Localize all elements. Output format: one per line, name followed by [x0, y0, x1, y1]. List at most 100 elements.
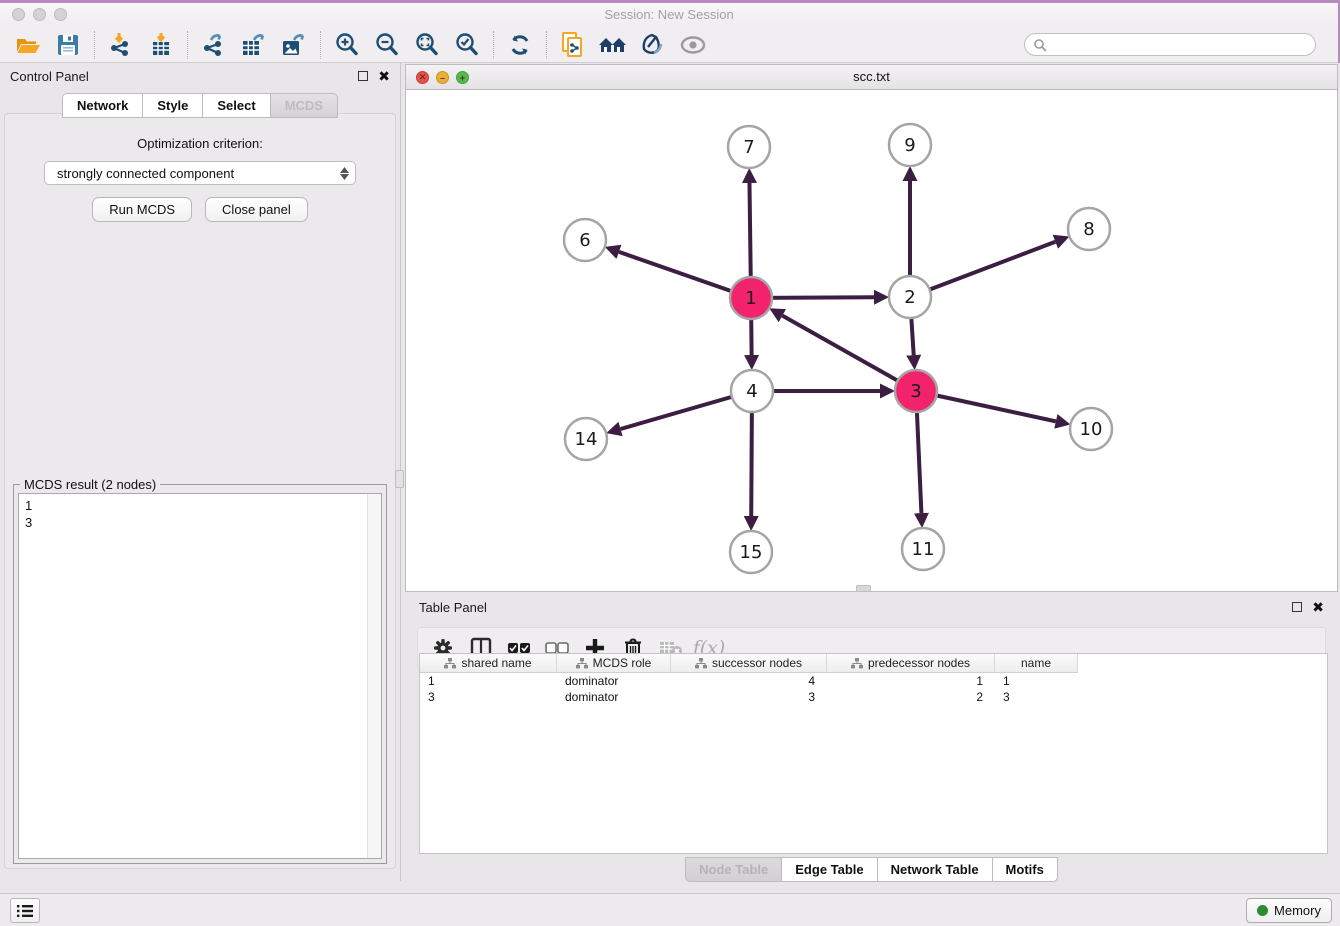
zoom-in-button[interactable] — [327, 29, 367, 61]
node-10[interactable]: 10 — [1070, 408, 1112, 450]
tab-network[interactable]: Network — [62, 93, 142, 118]
result-scrollbar[interactable] — [367, 494, 381, 858]
tab-network-table[interactable]: Network Table — [877, 857, 992, 882]
table-cell[interactable]: 2 — [827, 689, 995, 705]
search-input[interactable] — [1047, 38, 1307, 52]
toolbar-separator — [320, 31, 321, 59]
control-panel-tabs: NetworkStyleSelectMCDS — [0, 93, 400, 118]
node-2[interactable]: 2 — [889, 276, 931, 318]
apply-style-button[interactable] — [633, 29, 673, 61]
status-bar: Memory — [0, 893, 1340, 926]
home-layout-button[interactable] — [593, 29, 633, 61]
node-3[interactable]: 3 — [895, 370, 937, 412]
import-table-button[interactable] — [141, 29, 181, 61]
zoom-fit-button[interactable] — [407, 29, 447, 61]
column-header-successor-nodes[interactable]: successor nodes — [671, 654, 827, 673]
table-cell[interactable]: 1 — [827, 673, 995, 689]
float-panel-icon[interactable] — [358, 71, 368, 81]
network-window-titlebar[interactable]: ✕ – + scc.txt — [406, 65, 1337, 90]
table-cell[interactable]: 1 — [420, 673, 557, 689]
zoom-out-button[interactable] — [367, 29, 407, 61]
home-icon — [598, 33, 628, 57]
tab-style[interactable]: Style — [142, 93, 202, 118]
table-cell[interactable]: dominator — [557, 673, 671, 689]
column-header-predecessor-nodes[interactable]: predecessor nodes — [827, 654, 995, 673]
refresh-icon — [508, 33, 532, 57]
criterion-select[interactable]: strongly connected component — [44, 161, 356, 185]
export-image-button[interactable] — [274, 29, 314, 61]
column-header-MCDS-role[interactable]: MCDS role — [557, 654, 671, 673]
refresh-button[interactable] — [500, 29, 540, 61]
node-6[interactable]: 6 — [564, 219, 606, 261]
tab-motifs[interactable]: Motifs — [992, 857, 1058, 882]
tab-node-table[interactable]: Node Table — [685, 857, 781, 882]
node-11[interactable]: 11 — [902, 528, 944, 570]
toolbar-separator — [187, 31, 188, 59]
network-graph[interactable]: 7 9 6 8 1 2 4 3 14 10 15 11 — [406, 90, 1337, 591]
export-table-button[interactable] — [234, 29, 274, 61]
table-panel: Table Panel ✖ — [405, 595, 1338, 890]
svg-text:11: 11 — [912, 539, 935, 560]
node-14[interactable]: 14 — [565, 418, 607, 460]
node-7[interactable]: 7 — [728, 126, 770, 168]
close-panel-icon[interactable]: ✖ — [378, 71, 390, 81]
svg-text:6: 6 — [579, 230, 590, 251]
mcds-result-list[interactable]: 1 3 — [19, 494, 367, 858]
node-table-body: 1dominator4113dominator323 — [420, 673, 1327, 705]
vertical-splitter-grip[interactable] — [395, 470, 404, 488]
edge-2-8[interactable] — [910, 242, 1055, 297]
export-network-icon — [201, 32, 227, 58]
table-cell[interactable]: 3 — [671, 689, 827, 705]
export-network-button[interactable] — [194, 29, 234, 61]
table-cell[interactable]: dominator — [557, 689, 671, 705]
table-row[interactable]: 1dominator411 — [420, 673, 1327, 689]
column-header-shared-name[interactable]: shared name — [420, 654, 557, 673]
run-mcds-button[interactable]: Run MCDS — [92, 197, 192, 222]
tab-edge-table[interactable]: Edge Table — [781, 857, 876, 882]
zoom-selected-icon — [454, 32, 480, 58]
column-header-name[interactable]: name — [995, 654, 1078, 673]
table-cell[interactable]: 3 — [420, 689, 557, 705]
table-cell[interactable]: 3 — [995, 689, 1078, 705]
tab-select[interactable]: Select — [202, 93, 269, 118]
save-session-button[interactable] — [48, 29, 88, 61]
search-icon — [1033, 38, 1047, 52]
import-table-icon — [148, 32, 174, 58]
node-15[interactable]: 15 — [730, 531, 772, 573]
optimization-criterion-label: Optimization criterion: — [5, 136, 395, 151]
close-panel-button[interactable]: Close panel — [205, 197, 308, 222]
node-1[interactable]: 1 — [730, 277, 772, 319]
toolbar-search[interactable] — [1024, 33, 1316, 56]
zoom-out-icon — [374, 32, 400, 58]
node-8[interactable]: 8 — [1068, 208, 1110, 250]
node-9[interactable]: 9 — [889, 124, 931, 166]
table-cell[interactable]: 1 — [995, 673, 1078, 689]
eye-icon — [679, 35, 707, 55]
svg-text:15: 15 — [740, 542, 763, 563]
import-network-button[interactable] — [101, 29, 141, 61]
table-row[interactable]: 3dominator323 — [420, 689, 1327, 705]
column-type-icon — [695, 658, 707, 669]
float-table-panel-icon[interactable] — [1292, 602, 1302, 612]
close-table-panel-icon[interactable]: ✖ — [1312, 602, 1324, 612]
horizontal-splitter-grip[interactable] — [856, 585, 871, 592]
open-session-button[interactable] — [8, 29, 48, 61]
memory-button[interactable]: Memory — [1246, 898, 1332, 923]
svg-text:9: 9 — [904, 135, 915, 156]
network-canvas[interactable]: 7 9 6 8 1 2 4 3 14 10 15 11 — [406, 90, 1337, 591]
show-details-button[interactable] — [673, 29, 713, 61]
tab-mcds[interactable]: MCDS — [270, 93, 338, 118]
task-history-button[interactable] — [10, 898, 40, 923]
svg-text:8: 8 — [1083, 219, 1094, 240]
zoom-selected-button[interactable] — [447, 29, 487, 61]
clone-network-button[interactable] — [553, 29, 593, 61]
edge-3-1[interactable] — [782, 316, 916, 391]
toolbar-separator — [493, 31, 494, 59]
table-cell[interactable]: 4 — [671, 673, 827, 689]
svg-text:2: 2 — [904, 287, 915, 308]
toolbar-separator — [546, 31, 547, 59]
export-table-icon — [240, 32, 268, 58]
column-type-icon — [576, 658, 588, 669]
save-floppy-icon — [57, 34, 79, 56]
node-4[interactable]: 4 — [731, 370, 773, 412]
